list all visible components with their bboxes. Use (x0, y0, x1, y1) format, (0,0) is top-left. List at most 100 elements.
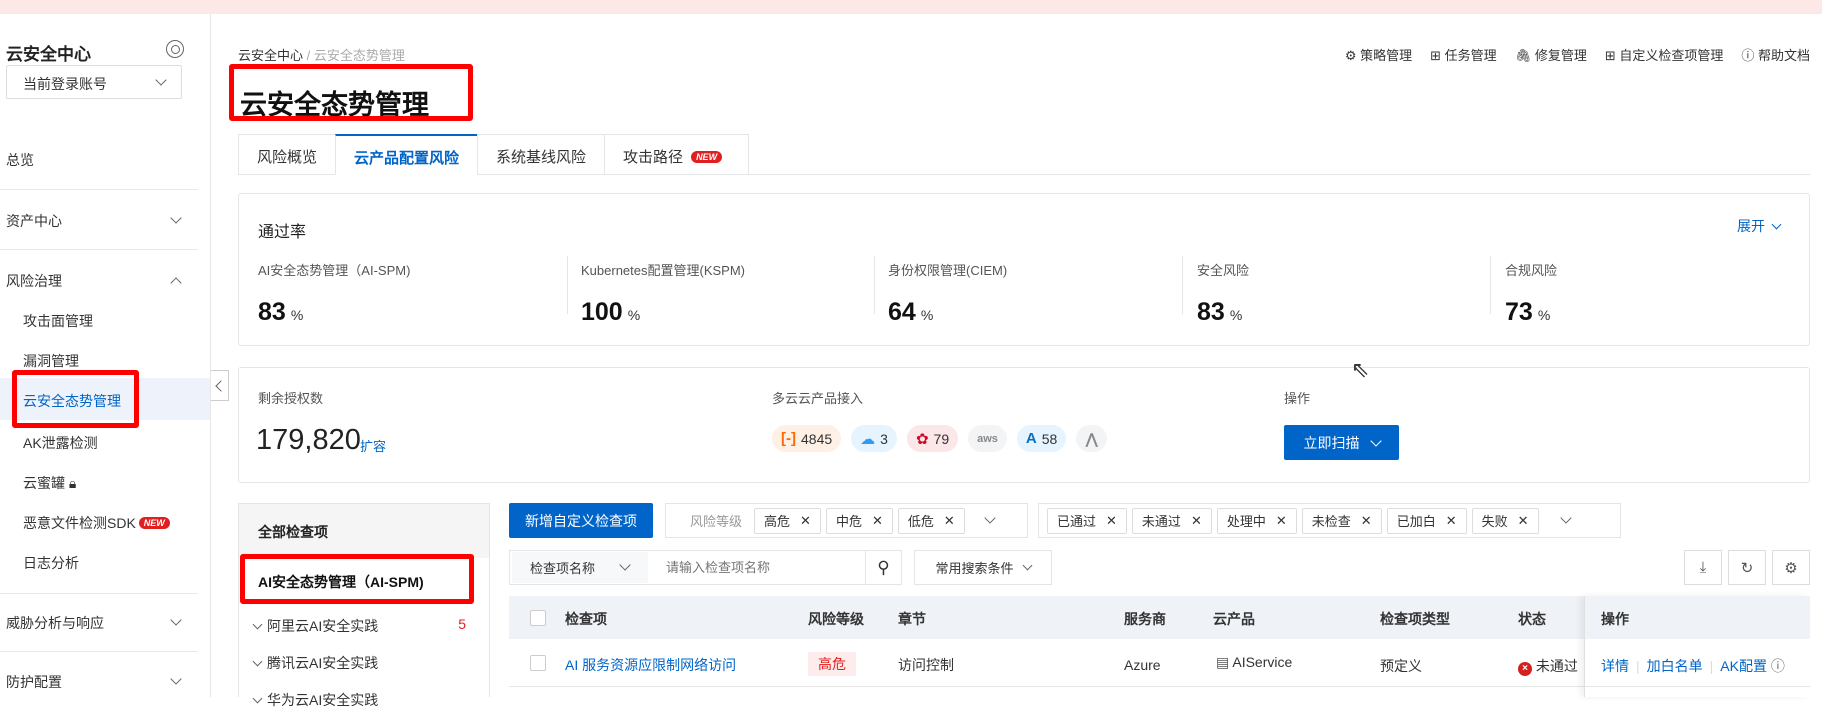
metric-label: AI安全态势管理（AI-SPM) (258, 263, 411, 278)
provider-badge[interactable]: [-] 4845 (772, 425, 842, 452)
chevron-left-icon (215, 380, 227, 392)
settings-button[interactable]: ⚙ (1772, 550, 1810, 585)
tag-label: 低危 (907, 514, 934, 529)
sidebar-item-overview[interactable]: 总览 (0, 150, 210, 170)
filter-tag[interactable]: 已加白 ✕ (1386, 507, 1467, 534)
status-filter[interactable]: 已通过 ✕ 未通过 ✕ 处理中 ✕ 未检查 ✕ 已加白 ✕ 失败 ✕ (1038, 503, 1621, 538)
chevron-down-icon (170, 614, 182, 626)
link-label: 策略管理 (1360, 48, 1413, 63)
lock-icon: 🔒︎ (68, 475, 77, 491)
close-icon[interactable]: ✕ (1276, 513, 1287, 529)
metric-unit: % (920, 307, 934, 323)
category-huawei-ai[interactable]: 华为云AI安全实践 (252, 690, 378, 710)
aliyun-icon: [-] (781, 430, 796, 447)
collapse-sidebar-button[interactable] (211, 370, 229, 401)
sidebar-item-vulnerability[interactable]: 漏洞管理 (0, 351, 210, 371)
provider-badge[interactable]: ✿ 79 (906, 425, 959, 452)
close-icon[interactable]: ✕ (1191, 513, 1202, 529)
close-icon[interactable]: ✕ (944, 513, 955, 529)
filter-tag[interactable]: 失败 ✕ (1471, 507, 1539, 534)
close-icon[interactable]: ✕ (872, 513, 883, 529)
check-item-link[interactable]: AI 服务资源应限制网络访问 (565, 655, 736, 675)
sidebar-item-ak-leak[interactable]: AK泄露检测 (0, 433, 210, 453)
tag-label: 已通过 (1057, 514, 1097, 529)
other-cloud-icon: ⋀ (1085, 430, 1098, 448)
chapter-cell: 访问控制 (898, 657, 954, 673)
sidebar-item-protection-config[interactable]: 防护配置 (0, 672, 210, 692)
provider-badge[interactable]: A 58 (1016, 425, 1067, 452)
provider-badges: [-] 4845 ☁ 3 ✿ 79 aws A 58 ⋀ (772, 425, 1117, 452)
repair-management-link[interactable]: 🖇︎ 修复管理 (1515, 45, 1587, 64)
product-cell: ▤ AIService (1216, 654, 1292, 671)
tab-cloud-product-config-risk[interactable]: 云产品配置风险 (335, 134, 478, 175)
sidebar-item-threat-analysis[interactable]: 威胁分析与响应 (0, 613, 210, 633)
search-input[interactable] (648, 552, 865, 583)
divider (567, 256, 568, 314)
filter-tag[interactable]: 高危 ✕ (754, 507, 821, 534)
close-icon[interactable]: ✕ (1106, 513, 1117, 529)
tab-attack-path[interactable]: 攻击路径 NEW (604, 134, 750, 175)
filter-tag[interactable]: 低危 ✕ (897, 507, 965, 534)
tab-risk-overview[interactable]: 风险概览 (238, 134, 336, 175)
divider (0, 593, 198, 594)
filter-tag[interactable]: 未通过 ✕ (1131, 507, 1212, 534)
row-checkbox[interactable] (530, 655, 546, 671)
expand-button[interactable]: 展开 (1737, 216, 1782, 236)
account-select[interactable]: 当前登录账号 (6, 65, 182, 99)
expand-license-link[interactable]: 扩容 (360, 436, 386, 455)
sidebar-item-label: 防护配置 (6, 674, 62, 690)
provider-badge[interactable]: ⋀ (1076, 425, 1107, 452)
all-checks-item[interactable]: 全部检查项 (239, 504, 489, 558)
eye-icon[interactable] (166, 40, 184, 58)
sidebar-item-attack-surface[interactable]: 攻击面管理 (0, 311, 210, 331)
filter-tag[interactable]: 处理中 ✕ (1216, 507, 1297, 534)
chevron-down-icon (1771, 219, 1782, 230)
grid-icon: ⊞ (1604, 48, 1620, 63)
policy-management-link[interactable]: ⚙ 策略管理 (1345, 45, 1412, 64)
search-field-select[interactable]: 检查项名称 (512, 552, 648, 583)
sidebar-item-label: 云蜜罐 (23, 475, 65, 491)
category-tencent-ai[interactable]: 腾讯云AI安全实践 (252, 653, 378, 673)
filter-tag[interactable]: 已通过 ✕ (1047, 507, 1127, 534)
sidebar-item-log-analysis[interactable]: 日志分析 (0, 553, 210, 573)
whitelist-link[interactable]: 加白名单 (1647, 658, 1703, 674)
sidebar-item-honeypot[interactable]: 云蜜罐 🔒︎ (0, 473, 210, 493)
details-link[interactable]: 详情 (1601, 658, 1629, 674)
provider-badge[interactable]: ☁ 3 (851, 425, 897, 452)
close-icon[interactable]: ✕ (1518, 513, 1529, 529)
task-management-link[interactable]: ⊞ 任务管理 (1430, 45, 1497, 64)
close-icon[interactable]: ✕ (800, 513, 811, 529)
sidebar-item-risk-governance[interactable]: 风险治理 (0, 271, 210, 291)
tab-bar: 风险概览 云产品配置风险 系统基线风险 攻击路径 NEW (238, 134, 1810, 175)
huawei-icon: ✿ (915, 430, 929, 448)
sidebar-item-malware-sdk[interactable]: 恶意文件检测SDK NEW (0, 513, 210, 533)
filter-tag[interactable]: 未检查 ✕ (1301, 507, 1382, 534)
metric-number: 83 (258, 298, 286, 326)
add-custom-check-button[interactable]: 新增自定义检查项 (509, 503, 653, 538)
close-icon[interactable]: ✕ (1361, 513, 1372, 529)
all-checks-label: 全部检查项 (258, 524, 328, 540)
refresh-button[interactable]: ↻ (1728, 550, 1766, 585)
tag-label: 高危 (764, 514, 791, 529)
help-docs-link[interactable]: ⓘ 帮助文档 (1741, 45, 1810, 64)
filter-tag[interactable]: 中危 ✕ (825, 507, 893, 534)
server-icon: ▤ (1216, 654, 1233, 670)
select-all-checkbox[interactable] (530, 610, 546, 626)
category-aliyun-ai[interactable]: 阿里云AI安全实践 5 (252, 616, 472, 636)
risk-level-filter[interactable]: 风险等级 高危 ✕ 中危 ✕ 低危 ✕ (665, 503, 1028, 538)
ak-config-link[interactable]: AK配置 (1720, 658, 1767, 674)
column-header: 操作 (1601, 611, 1629, 627)
sidebar-item-assets[interactable]: 资产中心 (0, 211, 210, 231)
provider-badge[interactable]: aws (968, 425, 1007, 452)
download-button[interactable]: ⤓ (1684, 550, 1722, 585)
saved-search-select[interactable]: 常用搜索条件 (914, 550, 1052, 585)
breadcrumb-root[interactable]: 云安全中心 (238, 48, 303, 63)
provider-count: 3 (880, 430, 888, 447)
custom-check-management-link[interactable]: ⊞ 自定义检查项管理 (1605, 45, 1724, 64)
metric-unit: % (627, 307, 641, 323)
search-button[interactable]: ⚲ (865, 551, 901, 584)
tab-system-baseline-risk[interactable]: 系统基线风险 (477, 134, 605, 175)
scan-now-button[interactable]: 立即扫描 (1284, 425, 1399, 460)
close-icon[interactable]: ✕ (1446, 513, 1457, 529)
type-cell: 预定义 (1380, 658, 1422, 674)
